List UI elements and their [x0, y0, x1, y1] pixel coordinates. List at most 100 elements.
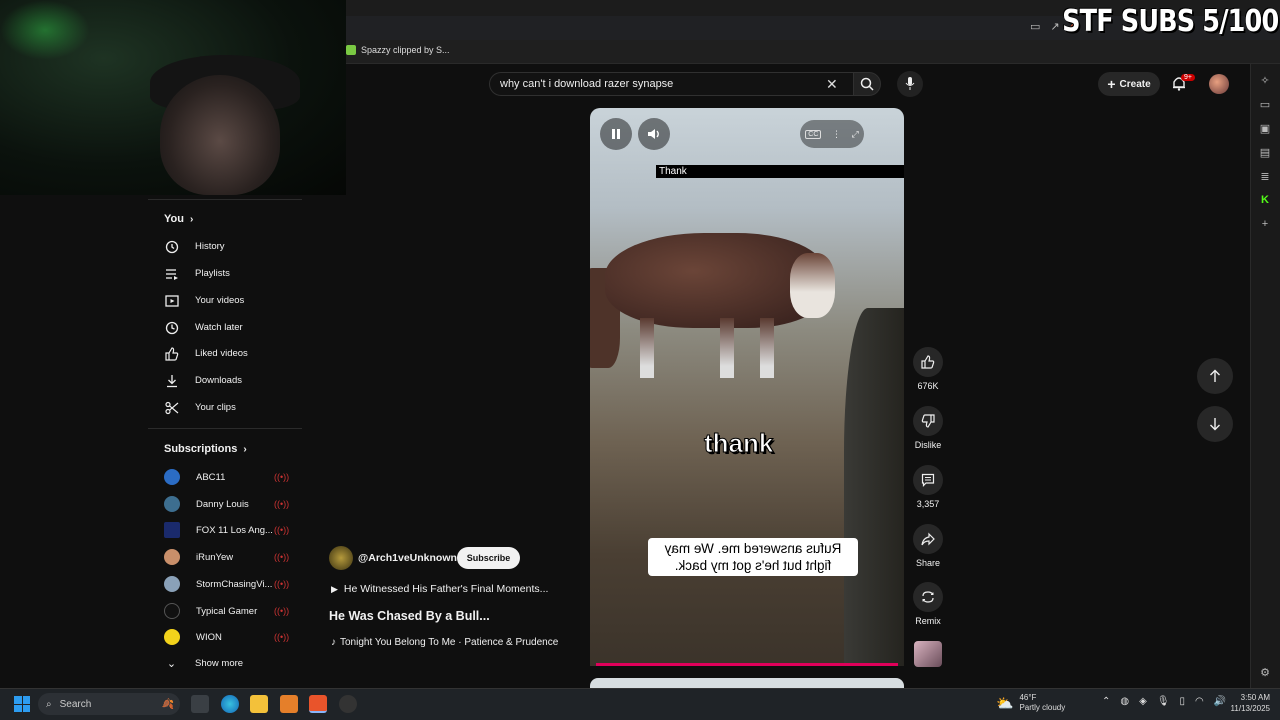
nav-item-downloads[interactable]: Downloads — [164, 373, 242, 388]
subscription-item[interactable]: iRunYew ((•)) — [164, 549, 289, 565]
nav-item-label: Your videos — [195, 295, 245, 306]
subscription-item[interactable]: Typical Gamer ((•)) — [164, 603, 289, 619]
weather-temp: 46°F — [1019, 693, 1037, 702]
search-icon — [860, 77, 874, 91]
add-panel-icon[interactable]: + — [1258, 218, 1272, 232]
subscriptions-section-header[interactable]: Subscriptions › — [164, 443, 247, 455]
playlists-icon — [164, 266, 179, 281]
nav-item-label: Downloads — [195, 375, 242, 386]
like-count: 676K — [917, 381, 939, 391]
microphone-icon — [905, 77, 915, 90]
dislike-button[interactable]: Dislike — [912, 406, 944, 450]
phone-link-icon[interactable]: ▯ — [1180, 696, 1186, 707]
bookmark-panel-icon[interactable]: ▤ — [1258, 146, 1272, 160]
share-icon[interactable]: ↗ — [1050, 20, 1059, 33]
subscription-item[interactable]: StormChasingVi... ((•)) — [164, 576, 289, 592]
channel-name: ABC11 — [196, 471, 226, 483]
brave-browser-icon[interactable] — [309, 695, 327, 713]
settings-gear-icon[interactable]: ⚙ — [1258, 666, 1272, 680]
search-icon: ⌕ — [46, 698, 52, 710]
subscribe-button[interactable]: Subscribe — [457, 547, 520, 569]
channel-handle[interactable]: @Arch1veUnknown — [358, 552, 457, 564]
nav-item-your-clips[interactable]: Your clips — [164, 400, 236, 415]
previous-short-button[interactable] — [1197, 358, 1233, 394]
nav-item-liked-videos[interactable]: Liked videos — [164, 346, 248, 361]
nav-item-label: Your clips — [195, 402, 236, 413]
taskbar-clock[interactable]: 3:50 AM 11/13/2025 — [1222, 692, 1270, 714]
remix-label: Remix — [915, 616, 941, 626]
history-panel-icon[interactable]: ≣ — [1258, 170, 1272, 184]
subscription-item[interactable]: FOX 11 Los Ang... ((•)) — [164, 522, 289, 538]
voice-search-button[interactable] — [897, 71, 923, 97]
taskbar-search[interactable]: ⌕ Search 🍂 — [38, 693, 180, 715]
next-short-button[interactable] — [1197, 406, 1233, 442]
weather-widget[interactable]: ⛅ 46°F Partly cloudy — [996, 693, 1065, 713]
tray-app-icon[interactable]: ◍ — [1120, 696, 1129, 707]
show-more-button[interactable]: ⌄ Show more — [164, 656, 243, 671]
tray-app-icon[interactable]: ◈ — [1139, 696, 1147, 707]
thumbs-down-icon — [913, 406, 943, 436]
microphone-icon[interactable]: 🎙 — [1157, 696, 1170, 707]
music-attribution[interactable]: ♪ Tonight You Belong To Me · Patience & … — [331, 637, 558, 648]
subscription-item[interactable]: Danny Louis ((•)) — [164, 496, 289, 512]
you-section-header[interactable]: You › — [164, 213, 193, 225]
subscription-item[interactable]: WION ((•)) — [164, 629, 289, 645]
share-button[interactable]: Share — [912, 524, 944, 568]
windows-start-icon[interactable] — [14, 696, 30, 712]
create-button[interactable]: + Create — [1098, 72, 1160, 96]
pause-button[interactable] — [600, 118, 632, 150]
sound-thumbnail[interactable] — [914, 641, 942, 667]
live-indicator-icon: ((•)) — [274, 499, 290, 509]
captions-icon[interactable]: CC — [805, 129, 822, 139]
account-avatar[interactable] — [1209, 74, 1229, 94]
nav-item-label: Liked videos — [195, 348, 248, 359]
arrow-up-icon — [1210, 369, 1220, 382]
video-progress-bar[interactable] — [596, 663, 898, 666]
more-options-icon[interactable]: ⋮ — [832, 129, 841, 140]
channel-avatar — [164, 496, 180, 512]
play-icon: ▶ — [331, 583, 338, 594]
clock-time: 3:50 AM — [1240, 693, 1270, 702]
chevron-down-icon: ⌄ — [166, 658, 177, 670]
wifi-icon[interactable]: ◠ — [1195, 696, 1204, 707]
short-title[interactable]: He Was Chased By a Bull... — [329, 609, 490, 623]
leo-ai-icon[interactable]: ✧ — [1258, 74, 1272, 88]
obs-icon[interactable] — [339, 695, 357, 713]
search-highlight-icon: 🍂 — [161, 698, 174, 710]
live-indicator-icon: ((•)) — [274, 632, 290, 642]
subscription-item[interactable]: ABC11 ((•)) — [164, 469, 289, 485]
chevron-up-icon[interactable]: ⌃ — [1102, 696, 1110, 707]
kick-icon[interactable]: K — [1258, 194, 1272, 208]
like-button[interactable]: 676K — [912, 347, 944, 391]
bookmark-item[interactable]: Spazzy clipped by S... — [346, 45, 450, 55]
bookmark-favicon-icon — [346, 45, 356, 55]
file-explorer-icon[interactable] — [250, 695, 268, 713]
search-input[interactable]: why can't i download razer synapse — [489, 72, 853, 96]
nav-item-watch-later[interactable]: Watch later — [164, 320, 243, 335]
shorts-video-player[interactable] — [590, 108, 904, 666]
wallet-icon[interactable]: ▣ — [1258, 122, 1272, 136]
cast-icon[interactable]: ▭ — [1030, 20, 1040, 33]
channel-name: Typical Gamer — [196, 605, 258, 617]
fullscreen-icon[interactable]: ⤢ — [851, 129, 858, 140]
nav-item-history[interactable]: History — [164, 239, 225, 254]
app-icon[interactable] — [280, 695, 298, 713]
channel-name: WION — [196, 631, 222, 643]
search-button[interactable] — [853, 72, 881, 96]
nav-item-your-videos[interactable]: Your videos — [164, 293, 244, 308]
music-title: Tonight You Belong To Me · Patience & Pr… — [340, 637, 559, 648]
task-view-icon[interactable] — [191, 695, 209, 713]
channel-avatar[interactable] — [329, 546, 353, 570]
reading-list-icon[interactable]: ▭ — [1258, 98, 1272, 112]
edge-browser-icon[interactable] — [221, 695, 239, 713]
related-video-link[interactable]: ▶ He Witnessed His Father's Final Moment… — [331, 583, 548, 595]
comments-button[interactable]: 3,357 — [912, 465, 944, 509]
nav-item-playlists[interactable]: Playlists — [164, 266, 230, 281]
your-videos-icon — [164, 293, 179, 308]
remix-button[interactable]: Remix — [912, 582, 944, 626]
next-short-preview[interactable] — [590, 678, 904, 688]
volume-button[interactable] — [638, 118, 670, 150]
comment-icon — [913, 465, 943, 495]
history-icon — [164, 239, 179, 254]
clear-search-icon[interactable]: ✕ — [826, 76, 838, 93]
